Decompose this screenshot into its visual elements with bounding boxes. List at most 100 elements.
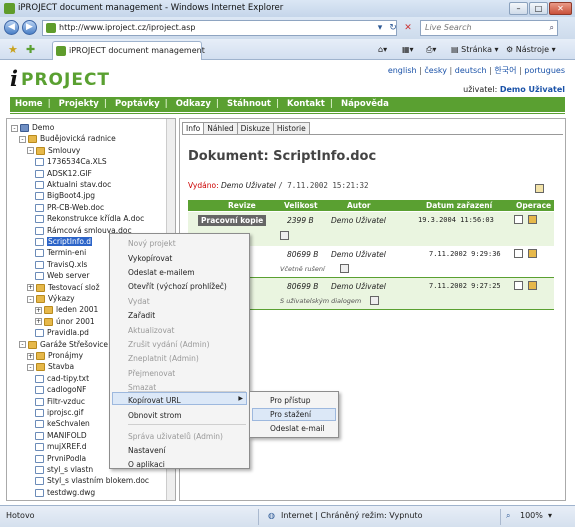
- maximize-button[interactable]: □: [529, 2, 548, 15]
- menu-home[interactable]: Home: [10, 99, 48, 109]
- tree-node[interactable]: - Výkazy: [27, 293, 75, 304]
- zoom-dropdown-icon[interactable]: ▾: [548, 506, 552, 526]
- menu-napoveda[interactable]: Nápověda: [336, 99, 394, 109]
- tree-node[interactable]: - Budějovická radnice: [19, 133, 116, 144]
- tree-node[interactable]: iprojsc.gif: [35, 407, 83, 418]
- address-input[interactable]: http://www.iproject.cz/iproject.asp: [42, 20, 397, 36]
- tab-historie[interactable]: Historie: [272, 122, 310, 134]
- menu-projekty[interactable]: Projekty: [54, 99, 104, 109]
- feeds-icon[interactable]: ▦▾: [402, 43, 414, 56]
- context-menu-item[interactable]: Otevřít (výchozí prohlížeč): [128, 280, 227, 293]
- search-icon[interactable]: ⌕: [550, 21, 554, 35]
- forward-button[interactable]: ▶: [22, 20, 37, 35]
- print-icon[interactable]: ⎙▾: [426, 43, 436, 56]
- view-icon[interactable]: [514, 215, 523, 224]
- tree-node[interactable]: mujXREF.d: [35, 441, 87, 452]
- tree-node[interactable]: ScriptInfo.d: [35, 236, 92, 247]
- tree-node[interactable]: cad-tipy.txt: [35, 373, 89, 384]
- context-menu-item[interactable]: Nastavení: [128, 444, 166, 457]
- tree-node[interactable]: PrvniPodla: [35, 453, 86, 464]
- expand-icon[interactable]: +: [27, 284, 34, 292]
- add-favorite-icon[interactable]: ✚: [26, 43, 35, 56]
- context-menu-item[interactable]: Odeslat e-mailem: [128, 266, 195, 279]
- collapse-icon[interactable]: -: [27, 147, 34, 155]
- search-input[interactable]: Live Search ⌕: [420, 20, 558, 36]
- open-folder-icon[interactable]: [528, 215, 537, 224]
- open-folder-icon[interactable]: [528, 249, 537, 258]
- context-menu-item[interactable]: Obnovit strom: [128, 409, 182, 422]
- collapse-icon[interactable]: -: [27, 295, 34, 303]
- stop-icon[interactable]: ✕: [402, 22, 414, 34]
- browser-tab[interactable]: iPROJECT document management: [52, 41, 205, 60]
- tab-diskuze[interactable]: Diskuze: [236, 122, 274, 134]
- zoom-level[interactable]: 100%: [520, 506, 543, 526]
- lang-korean[interactable]: 한국어: [494, 66, 516, 75]
- dropdown-icon[interactable]: ▾: [374, 22, 386, 34]
- tree-node[interactable]: - Garáže Střešovice: [19, 339, 108, 350]
- tree-node[interactable]: Pravidla.pd: [35, 327, 89, 338]
- close-button[interactable]: ✕: [549, 2, 572, 15]
- home-icon[interactable]: ⌂▾: [378, 43, 387, 56]
- context-menu-item[interactable]: Kopírovat URL: [128, 394, 181, 407]
- tree-node[interactable]: Aktualni stav.doc: [35, 179, 111, 190]
- tree-node[interactable]: Filtr-vzduc: [35, 396, 85, 407]
- page-menu[interactable]: ▤ Stránka ▾: [451, 43, 499, 56]
- note-icon[interactable]: [340, 264, 349, 273]
- expand-icon[interactable]: +: [35, 306, 42, 314]
- logo-text[interactable]: PROJECT: [21, 70, 110, 90]
- note-icon[interactable]: [280, 231, 289, 240]
- lang-czech[interactable]: česky: [424, 66, 447, 75]
- tree-node[interactable]: TravisQ.xls: [35, 259, 87, 270]
- tree-node[interactable]: - Smlouvy: [27, 145, 80, 156]
- tree-node[interactable]: BigBoot4.jpg: [35, 190, 95, 201]
- expand-icon[interactable]: +: [27, 352, 34, 360]
- menu-odkazy[interactable]: Odkazy: [171, 99, 216, 109]
- tree-node[interactable]: Web server: [35, 270, 89, 281]
- menu-poptavky[interactable]: Poptávky: [110, 99, 165, 109]
- user-name[interactable]: Demo Uživatel: [500, 85, 565, 94]
- tree-node[interactable]: 1736534Ca.XLS: [35, 156, 107, 167]
- tree-node[interactable]: + únor 2001: [35, 316, 95, 327]
- submenu-item-email[interactable]: Odeslat e-mail: [270, 422, 325, 435]
- lang-english[interactable]: english: [388, 66, 417, 75]
- tree-node[interactable]: styl_s vlastn: [35, 464, 93, 475]
- collapse-icon[interactable]: -: [27, 363, 34, 371]
- tree-node[interactable]: MANIFOLD: [35, 430, 87, 441]
- tree-node[interactable]: - Stavba: [27, 361, 74, 372]
- minimize-button[interactable]: –: [509, 2, 528, 15]
- submenu-item-pristup[interactable]: Pro přístup: [270, 394, 311, 407]
- tree-node[interactable]: cadlogoNF: [35, 384, 86, 395]
- context-menu-item[interactable]: Vykopírovat: [128, 252, 172, 265]
- view-icon[interactable]: [514, 249, 523, 258]
- tab-nahled[interactable]: Náhled: [203, 122, 238, 134]
- tree-node[interactable]: + Testovací slož: [27, 282, 100, 293]
- context-menu-item[interactable]: O aplikaci: [128, 458, 165, 471]
- menu-stahnout[interactable]: Stáhnout: [222, 99, 276, 109]
- submenu-item-stazeni[interactable]: Pro stažení: [270, 408, 311, 421]
- collapse-icon[interactable]: -: [11, 124, 18, 132]
- tab-info[interactable]: Info: [182, 122, 205, 134]
- favorites-star-icon[interactable]: ★: [8, 43, 18, 56]
- security-zone[interactable]: Internet | Chráněný režim: Vypnuto: [281, 506, 422, 526]
- tree-node[interactable]: testdwg.dwg: [35, 487, 95, 498]
- tree-node[interactable]: Termin-eni: [35, 247, 86, 258]
- open-folder-icon[interactable]: [528, 281, 537, 290]
- expand-icon[interactable]: +: [35, 318, 42, 326]
- tree-node[interactable]: ADSK12.GIF: [35, 168, 92, 179]
- tree-node[interactable]: - Demo: [11, 122, 54, 133]
- tree-node[interactable]: + leden 2001: [35, 304, 98, 315]
- collapse-icon[interactable]: -: [19, 341, 26, 349]
- view-icon[interactable]: [514, 281, 523, 290]
- edit-properties-icon[interactable]: [535, 184, 544, 193]
- tree-node[interactable]: Rekonstrukce křídla A.doc: [35, 213, 144, 224]
- context-menu-item[interactable]: Zařadit: [128, 309, 155, 322]
- lang-german[interactable]: deutsch: [455, 66, 487, 75]
- tree-node[interactable]: Styl_s vlastním blokem.doc: [35, 475, 149, 486]
- lang-portuguese[interactable]: portugues: [524, 66, 565, 75]
- tree-node[interactable]: PR-CB-Web.doc: [35, 202, 104, 213]
- refresh-icon[interactable]: ↻: [387, 22, 399, 34]
- collapse-icon[interactable]: -: [19, 135, 26, 143]
- tree-node[interactable]: keSchvalen: [35, 418, 90, 429]
- note-icon[interactable]: [370, 296, 379, 305]
- menu-kontakt[interactable]: Kontakt: [282, 99, 330, 109]
